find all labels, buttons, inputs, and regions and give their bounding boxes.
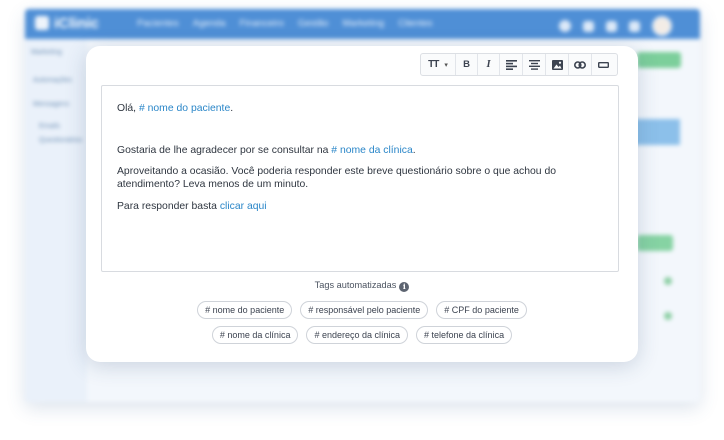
background-nav: Pacientes Agenda Financeiro Gestão Marke… [137,18,433,29]
background-sidebar-item: Emails [39,123,61,130]
tags-heading: Tags automatizadas i [86,280,638,292]
editor-toolbar: TT ▾ B I [420,53,618,76]
insert-image-button[interactable] [546,54,569,75]
chat-icon [629,20,640,32]
text-size-dropdown[interactable]: TT ▾ [421,54,456,75]
background-green-button [637,52,681,68]
grid-icon [583,20,594,32]
horizontal-rule-button[interactable] [592,54,615,75]
background-nav-item: Agenda [192,18,226,29]
tag-chip-patient-guardian[interactable]: # responsável pelo paciente [300,301,429,319]
background-sidebar-item: Marketing [31,49,62,56]
tag-chip-clinic-phone[interactable]: # telefone da clínica [416,326,513,344]
align-center-button[interactable] [523,54,546,75]
insert-link-button[interactable] [569,54,592,75]
bell-icon [606,20,617,32]
greeting-line: Olá, # nome do paciente. [117,102,233,115]
background-nav-item: Pacientes [137,18,179,29]
logo-icon [35,16,49,30]
respond-text: Para responder basta [117,201,220,212]
thanks-text: Gostaria de lhe agradecer por se consult… [117,145,332,156]
italic-button[interactable]: I [478,54,500,75]
background-top-icons [559,16,672,36]
background-nav-item: Marketing [342,18,385,29]
background-nav-item: Clientes [398,18,433,29]
tag-chip-row: # nome da clínica # endereço da clínica … [86,326,638,344]
greeting-text: Olá, [117,103,139,114]
background-topbar: iClinic Pacientes Agenda Financeiro Gest… [25,9,700,39]
background-status-dot [664,277,672,285]
image-icon [551,59,563,70]
survey-paragraph: Aproveitando a ocasião. Você poderia res… [117,166,557,190]
message-editor-modal: TT ▾ B I Olá, # nome do paciente. Gostar… [86,46,638,362]
align-left-icon [505,59,517,70]
background-logo: iClinic [35,15,99,32]
background-status-dot [664,312,672,320]
horizontal-rule-icon [598,61,609,68]
clinic-name-tag: # nome da clínica [331,145,413,156]
thanks-end: . [412,145,416,156]
greeting-end: . [230,103,234,114]
text-size-icon: TT [428,59,439,70]
tag-chip-clinic-address[interactable]: # endereço da clínica [306,326,409,344]
background-logo-text: iClinic [54,15,100,32]
background-sidebar-item: Automações [33,77,72,84]
info-icon[interactable]: i [399,282,410,292]
background-nav-item: Financeiro [239,18,284,29]
tag-chip-row: # nome do paciente # responsável pelo pa… [86,301,638,319]
align-center-icon [528,59,540,70]
tags-heading-label: Tags automatizadas [314,280,397,290]
patient-name-tag: # nome do paciente [138,103,231,114]
background-sidebar-item: Questionários [39,137,83,144]
background-green-button [637,235,673,251]
avatar [652,16,672,36]
align-left-button[interactable] [500,54,523,75]
bold-button[interactable]: B [456,54,478,75]
background-nav-item: Gestão [297,18,329,29]
link-icon [574,60,586,69]
chevron-down-icon: ▾ [444,61,448,69]
respond-line: Para responder basta clicar aqui [117,200,267,213]
help-icon [559,20,571,32]
tag-chip-clinic-name[interactable]: # nome da clínica [211,326,299,344]
background-sidebar-item: Mensagens [33,101,70,108]
survey-link[interactable]: clicar aqui [220,201,267,212]
tag-chip-patient-cpf[interactable]: # CPF do paciente [436,301,527,319]
background-sidebar: Marketing Automações Mensagens Emails Qu… [25,39,87,402]
thanks-line: Gostaria de lhe agradecer por se consult… [117,144,416,157]
tag-chip-patient-name[interactable]: # nome do paciente [197,301,293,319]
message-text-editor[interactable]: Olá, # nome do paciente. Gostaria de lhe… [101,85,619,272]
screen: iClinic Pacientes Agenda Financeiro Gest… [0,0,724,440]
